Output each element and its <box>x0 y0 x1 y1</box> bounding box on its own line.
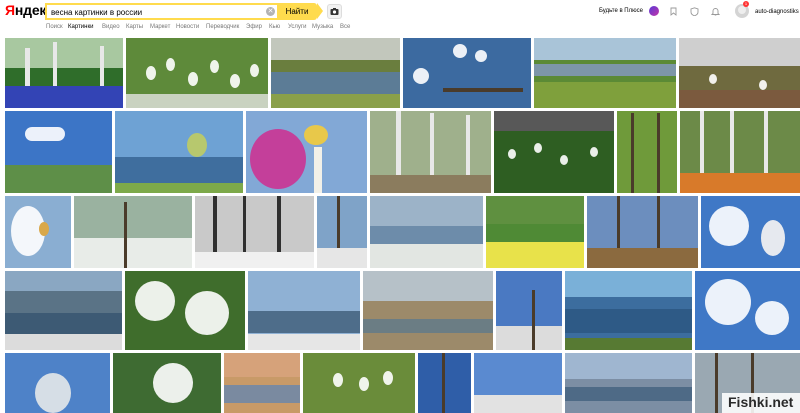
image-grid <box>0 0 800 413</box>
image-thumbnail[interactable] <box>587 196 698 268</box>
image-thumbnail[interactable] <box>126 38 268 108</box>
image-thumbnail[interactable] <box>496 271 562 350</box>
image-thumbnail[interactable] <box>224 353 300 413</box>
image-thumbnail[interactable] <box>486 196 584 268</box>
image-thumbnail[interactable] <box>303 353 415 413</box>
image-thumbnail[interactable] <box>5 271 122 350</box>
image-thumbnail[interactable] <box>5 196 71 268</box>
image-thumbnail[interactable] <box>680 111 800 193</box>
image-thumbnail[interactable] <box>679 38 800 108</box>
image-thumbnail[interactable] <box>565 353 692 413</box>
watermark-text: Fishki.net <box>728 394 794 410</box>
image-thumbnail[interactable] <box>5 38 123 108</box>
image-thumbnail[interactable] <box>5 111 112 193</box>
watermark: Fishki.net <box>722 393 800 413</box>
image-thumbnail[interactable] <box>701 196 800 268</box>
image-thumbnail[interactable] <box>617 111 677 193</box>
image-thumbnail[interactable] <box>494 111 614 193</box>
image-thumbnail[interactable] <box>115 111 243 193</box>
image-thumbnail[interactable] <box>695 271 800 350</box>
image-thumbnail[interactable] <box>418 353 471 413</box>
image-thumbnail[interactable] <box>195 196 314 268</box>
image-thumbnail[interactable] <box>474 353 562 413</box>
image-thumbnail[interactable] <box>370 111 491 193</box>
image-thumbnail[interactable] <box>271 38 400 108</box>
image-thumbnail[interactable] <box>370 196 483 268</box>
image-thumbnail[interactable] <box>5 353 110 413</box>
image-thumbnail[interactable] <box>248 271 360 350</box>
image-thumbnail[interactable] <box>363 271 493 350</box>
image-thumbnail[interactable] <box>565 271 692 350</box>
image-thumbnail[interactable] <box>403 38 531 108</box>
image-thumbnail[interactable] <box>74 196 192 268</box>
image-thumbnail[interactable] <box>125 271 245 350</box>
image-thumbnail[interactable] <box>246 111 367 193</box>
image-thumbnail[interactable] <box>113 353 221 413</box>
image-thumbnail[interactable] <box>317 196 367 268</box>
image-thumbnail[interactable] <box>534 38 676 108</box>
